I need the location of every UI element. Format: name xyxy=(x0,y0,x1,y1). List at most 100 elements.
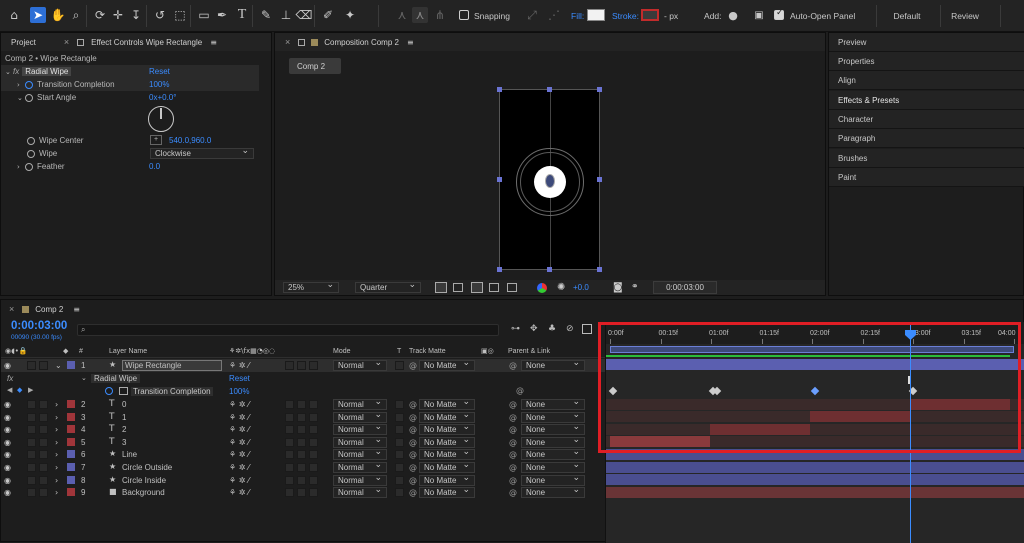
layer-switch-icons[interactable]: ⚘ ✲ ⁄ xyxy=(229,400,249,409)
stopwatch-icon[interactable] xyxy=(25,162,33,171)
layer-switch-icons[interactable]: ⚘ ✲ ⁄ xyxy=(229,361,249,370)
chevron-down-icon[interactable]: ⌄ xyxy=(5,68,13,76)
puppet-pin-tool-icon[interactable]: ✦ xyxy=(342,7,358,23)
snapshot-camera-icon[interactable]: ◙ xyxy=(613,282,623,293)
col-mode[interactable]: Mode xyxy=(333,348,351,355)
switch-box[interactable] xyxy=(309,488,318,497)
solo-switch[interactable] xyxy=(27,476,36,485)
layer-switch-icons[interactable]: ⚘ ✲ ⁄ xyxy=(229,438,249,447)
layer-search-input[interactable]: ⌕ xyxy=(77,324,499,336)
matte-pickwhip-icon[interactable]: @ xyxy=(409,450,417,459)
layer-row[interactable]: ◉›7★Circle Outside⚘ ✲ ⁄Normal@No Matte@N… xyxy=(1,460,605,474)
switch-box[interactable] xyxy=(297,438,306,447)
effect-name[interactable]: Radial Wipe xyxy=(22,67,72,76)
stopwatch-icon[interactable] xyxy=(27,149,35,158)
switch-box[interactable] xyxy=(285,400,294,409)
lock-icon[interactable] xyxy=(77,38,85,46)
panel-properties[interactable]: Properties xyxy=(829,52,1024,71)
tab-timeline-comp[interactable]: Comp 2 xyxy=(35,305,63,314)
parent-pickwhip-icon[interactable]: @ xyxy=(509,476,517,485)
solo-switch[interactable] xyxy=(27,463,36,472)
selection-handle[interactable] xyxy=(597,87,602,92)
layer-name[interactable]: Circle Outside xyxy=(122,463,172,472)
home-icon[interactable]: ⌂ xyxy=(6,7,22,23)
chevron-right-icon[interactable]: › xyxy=(55,463,58,472)
snap-feature-icon[interactable]: ⋰ xyxy=(546,7,562,23)
composition-canvas[interactable] xyxy=(499,89,600,270)
switch-box[interactable] xyxy=(297,488,306,497)
layer-name[interactable]: Wipe Rectangle xyxy=(122,360,222,371)
label-color-swatch[interactable] xyxy=(67,450,75,458)
parent-pickwhip-icon[interactable]: @ xyxy=(509,438,517,447)
stopwatch-icon[interactable] xyxy=(25,80,33,89)
graph-editor-icon[interactable] xyxy=(582,324,592,334)
stroke-width-value[interactable]: - px xyxy=(664,11,678,21)
rectangle-tool-icon[interactable]: ▭ xyxy=(196,7,212,23)
chevron-down-icon[interactable]: ⌄ xyxy=(81,374,87,382)
solo-switch[interactable] xyxy=(27,438,36,447)
fast-previews-icon[interactable] xyxy=(435,282,447,293)
snap-option-icon[interactable]: ⤢ xyxy=(524,7,540,23)
draft-3d-icon[interactable]: ✥ xyxy=(530,324,538,334)
layer-switch-icons[interactable]: ⚘ ✲ ⁄ xyxy=(229,413,249,422)
layer-row[interactable]: ◉›9■Background⚘ ✲ ⁄Normal@No Matte@None xyxy=(1,485,605,499)
switch-box[interactable] xyxy=(285,361,294,370)
col-track-matte[interactable]: Track Matte xyxy=(409,348,446,355)
parent-pickwhip-icon[interactable]: @ xyxy=(509,450,517,459)
fill-swatch[interactable] xyxy=(587,9,605,21)
layer-switch-icons[interactable]: ⚘ ✲ ⁄ xyxy=(229,488,249,497)
switch-box[interactable] xyxy=(309,361,318,370)
resolution-dropdown[interactable]: Quarter xyxy=(355,280,421,293)
matte-pickwhip-icon[interactable]: @ xyxy=(409,361,417,370)
track-matte-dropdown[interactable]: No Matte xyxy=(419,422,475,435)
timeline-area[interactable]: 0:00f 00:15f 01:00f 01:15f 02:00f 02:15f 03:00… xyxy=(598,322,1024,543)
panel-preview[interactable]: Preview xyxy=(829,33,1024,52)
current-time-indicator[interactable]: 0:00:03:00 xyxy=(11,320,67,332)
comp-mini-flowchart-icon[interactable]: ⊶ xyxy=(511,324,520,334)
visibility-eye-icon[interactable]: ◉ xyxy=(4,450,11,459)
label-color-swatch[interactable] xyxy=(67,488,75,496)
chevron-right-icon[interactable]: › xyxy=(17,163,25,171)
col-t[interactable]: T xyxy=(397,348,401,355)
layer-name[interactable]: Background xyxy=(122,488,165,497)
layer-row[interactable]: ◉›3T1⚘ ✲ ⁄Normal@No Matte@None xyxy=(1,410,605,424)
preserve-transparency-box[interactable] xyxy=(395,400,404,409)
lock-switch[interactable] xyxy=(39,413,48,422)
stopwatch-icon[interactable] xyxy=(105,387,113,395)
lock-switch[interactable] xyxy=(39,488,48,497)
chevron-right-icon[interactable]: › xyxy=(55,438,58,447)
switch-box[interactable] xyxy=(297,463,306,472)
panel-brushes[interactable]: Brushes xyxy=(829,149,1024,168)
tab-composition[interactable]: Composition Comp 2 xyxy=(324,38,399,47)
show-snapshot-icon[interactable]: ⚭ xyxy=(631,282,639,292)
layer-name[interactable]: 1 xyxy=(122,413,126,422)
layer-name[interactable]: 0 xyxy=(122,400,126,409)
pan-behind-tool-icon[interactable]: ⬚ xyxy=(172,7,188,23)
lock-switch[interactable] xyxy=(39,438,48,447)
chevron-right-icon[interactable]: › xyxy=(55,476,58,485)
track-matte-dropdown[interactable]: No Matte xyxy=(419,460,475,473)
next-keyframe-icon[interactable]: ▶ xyxy=(28,386,33,394)
layer-switch-icons[interactable]: ⚘ ✲ ⁄ xyxy=(229,425,249,434)
add-property-icon[interactable]: ● xyxy=(725,7,741,23)
parent-pickwhip-icon[interactable]: @ xyxy=(509,463,517,472)
panel-menu-icon[interactable]: ≡ xyxy=(73,305,80,314)
visibility-eye-icon[interactable]: ◉ xyxy=(4,438,11,447)
blend-mode-dropdown[interactable]: Normal xyxy=(333,358,387,371)
col-parent-link[interactable]: Parent & Link xyxy=(508,348,550,355)
preserve-transparency-box[interactable] xyxy=(395,413,404,422)
lock-icon[interactable] xyxy=(298,38,306,46)
switch-box[interactable] xyxy=(297,400,306,409)
solo-switch[interactable] xyxy=(27,361,36,370)
angle-dial[interactable] xyxy=(148,106,174,132)
label-color-swatch[interactable] xyxy=(67,463,75,471)
chevron-right-icon[interactable]: › xyxy=(55,425,58,434)
rotate-tool-icon[interactable]: ↺ xyxy=(152,7,168,23)
switch-box[interactable] xyxy=(309,400,318,409)
track-matte-dropdown[interactable]: No Matte xyxy=(419,447,475,460)
label-color-swatch[interactable] xyxy=(67,476,75,484)
solo-switch[interactable] xyxy=(27,425,36,434)
switch-box[interactable] xyxy=(309,413,318,422)
chevron-right-icon[interactable]: › xyxy=(55,413,58,422)
graph-toggle-icon[interactable] xyxy=(119,387,128,395)
